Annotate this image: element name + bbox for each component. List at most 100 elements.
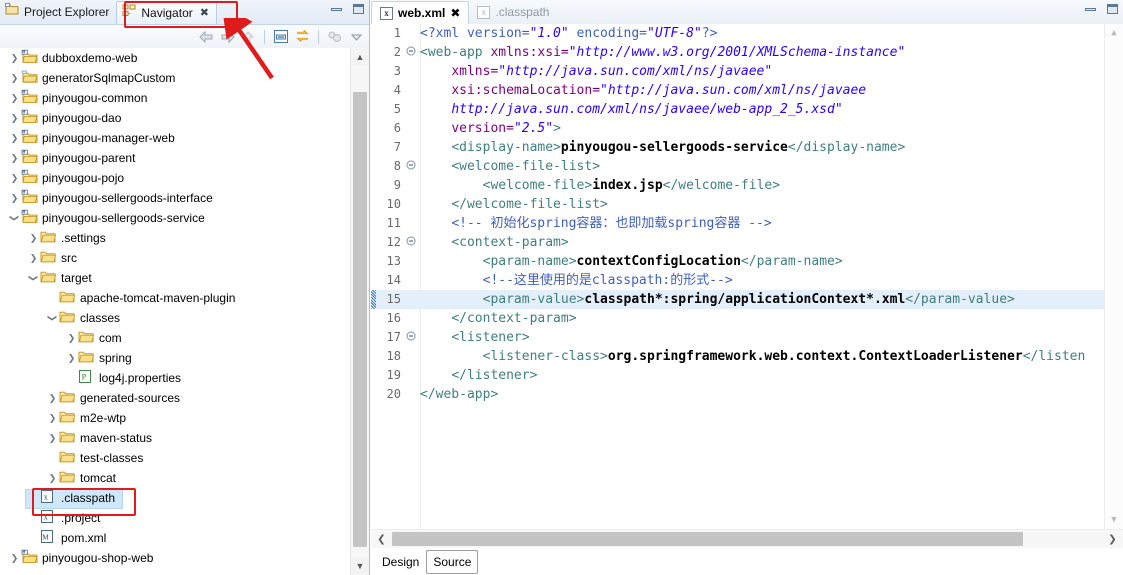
forward-arrow-icon[interactable]: [218, 28, 236, 46]
tree-vertical-scrollbar[interactable]: ▲ ▼: [350, 48, 369, 575]
code-lines-container[interactable]: 1 <?xml version="1.0" encoding="UTF-8"?> 2…: [371, 24, 1104, 529]
tree-item-src[interactable]: ❯ src: [0, 248, 349, 268]
tree-twisty-icon[interactable]: ❯: [65, 328, 78, 348]
fold-toggle-icon[interactable]: [405, 43, 417, 62]
tree-item-tomcat[interactable]: ❯ tomcat: [0, 468, 349, 488]
collapse-all-icon[interactable]: [272, 28, 290, 46]
tree-twisty-icon[interactable]: ❯: [46, 408, 59, 428]
tree-item-settings[interactable]: ❯ .settings: [0, 228, 349, 248]
code-line-14[interactable]: 14 <!--这里使用的是classpath:的形式-->: [371, 271, 1104, 290]
tree-twisty-icon[interactable]: ❯: [8, 88, 21, 108]
tree-twisty-icon[interactable]: ❯: [8, 108, 21, 128]
tree-item-pinyougou-parent[interactable]: ❯ Mpinyougou-parent: [0, 148, 349, 168]
maximize-editor-button[interactable]: [1106, 3, 1119, 15]
tree-twisty-icon[interactable]: ❯: [8, 48, 21, 68]
tree-item-pinyougou-pojo[interactable]: ❯ Mpinyougou-pojo: [0, 168, 349, 188]
tree-item-label: maven-status: [80, 431, 153, 445]
tree-item-project[interactable]: x .project: [0, 508, 349, 528]
editor-tab-classpath[interactable]: x .classpath: [469, 1, 557, 24]
editor-tab-web-xml[interactable]: x web.xml ✖: [371, 1, 470, 25]
tree-item-pinyougou-manager-web[interactable]: ❯ Mpinyougou-manager-web: [0, 128, 349, 148]
tree-item-spring[interactable]: ❯ spring: [0, 348, 349, 368]
tree-item-pinyougou-sellergoods-interface[interactable]: ❯ Mpinyougou-sellergoods-interface: [0, 188, 349, 208]
code-line-1[interactable]: 1 <?xml version="1.0" encoding="UTF-8"?>: [371, 24, 1104, 43]
tree-scrollbar-thumb[interactable]: [353, 92, 367, 547]
tree-twisty-icon[interactable]: ❯: [46, 428, 59, 448]
tab-navigator[interactable]: Navigator ✖: [116, 1, 217, 24]
tree-twisty-icon[interactable]: ❯: [46, 388, 59, 408]
code-line-9[interactable]: 9 <welcome-file>index.jsp</welcome-file>: [371, 176, 1104, 195]
code-line-6[interactable]: 6 version="2.5">: [371, 119, 1104, 138]
editor-horizontal-scrollbar[interactable]: ❮ ❯: [371, 529, 1123, 548]
tree-item-test-classes[interactable]: test-classes: [0, 448, 349, 468]
tree-twisty-icon[interactable]: ❯: [8, 548, 21, 568]
tree-item-dubboxdemo-web[interactable]: ❯ Mdubboxdemo-web: [0, 48, 349, 68]
tree-twisty-icon[interactable]: ❯: [65, 348, 78, 368]
tree-twisty-icon[interactable]: ❯: [46, 468, 59, 488]
tree-item-pinyougou-common[interactable]: ❯ Mpinyougou-common: [0, 88, 349, 108]
maximize-view-button[interactable]: [352, 3, 365, 15]
tree-twisty-icon[interactable]: ❯: [8, 168, 21, 188]
tree-item-maven-status[interactable]: ❯ maven-status: [0, 428, 349, 448]
code-line-2[interactable]: 2 <web-app xmlns:xsi="http://www.w3.org/2…: [371, 43, 1104, 62]
tree-item-target[interactable]: ❯ target: [0, 268, 349, 288]
link-with-editor-icon[interactable]: [293, 28, 311, 46]
code-line-19[interactable]: 19 </listener>: [371, 366, 1104, 385]
code-line-15[interactable]: 15 <param-value>classpath*:spring/applic…: [371, 290, 1104, 309]
tree-item-log4j-properties[interactable]: Plog4j.properties: [0, 368, 349, 388]
editor-scroll-up-button[interactable]: ▲: [1105, 24, 1123, 42]
navigator-tree[interactable]: ❯ Mdubboxdemo-web ❯ generatorSqlmapCustom ❯ M…: [0, 48, 369, 575]
back-arrow-icon[interactable]: [197, 28, 215, 46]
tree-item-m2e-wtp[interactable]: ❯ m2e-wtp: [0, 408, 349, 428]
code-line-16[interactable]: 16 </context-param>: [371, 309, 1104, 328]
code-line-10[interactable]: 10 </welcome-file-list>: [371, 195, 1104, 214]
editor-scroll-left-button[interactable]: ❮: [373, 530, 390, 548]
tree-item-pom-xml[interactable]: Mpom.xml: [0, 528, 349, 548]
tree-twisty-icon[interactable]: ❯: [8, 188, 21, 208]
tree-item-pinyougou-dao[interactable]: ❯ Mpinyougou-dao: [0, 108, 349, 128]
line-number: 6: [393, 121, 401, 135]
tree-item-classes[interactable]: ❯ classes: [0, 308, 349, 328]
tab-project-explorer[interactable]: Project Explorer: [0, 1, 116, 24]
tree-item-classpath[interactable]: x .classpath: [0, 488, 349, 509]
code-line-3[interactable]: 3 xmlns="http://java.sun.com/xml/ns/java…: [371, 62, 1104, 81]
source-code-view[interactable]: 1 <?xml version="1.0" encoding="UTF-8"?> 2…: [371, 24, 1123, 529]
view-menu-icon[interactable]: [347, 28, 365, 46]
tree-twisty-icon[interactable]: ❯: [8, 68, 21, 88]
tree-item-apache-tomcat-maven-plugin[interactable]: apache-tomcat-maven-plugin: [0, 288, 349, 308]
code-line-4[interactable]: 4 xsi:schemaLocation="http://java.sun.co…: [371, 81, 1104, 100]
tree-item-pinyougou-sellergoods-service[interactable]: ❯ Mpinyougou-sellergoods-service: [0, 208, 349, 228]
tree-twisty-icon[interactable]: ❯: [8, 128, 21, 148]
tree-item-pinyougou-shop-web[interactable]: ❯ Mpinyougou-shop-web: [0, 548, 349, 568]
fold-toggle-icon[interactable]: [405, 233, 417, 252]
code-line-11[interactable]: 11 <!-- 初始化spring容器：也即加载spring容器 -->: [371, 214, 1104, 233]
editor-vertical-scrollbar[interactable]: ▲ ▼: [1104, 24, 1123, 529]
code-line-18[interactable]: 18 <listener-class>org.springframework.w…: [371, 347, 1104, 366]
tree-twisty-icon[interactable]: ❯: [27, 228, 40, 248]
code-line-20[interactable]: 20 </web-app>: [371, 385, 1104, 404]
code-line-13[interactable]: 13 <param-name>contextConfigLocation</pa…: [371, 252, 1104, 271]
tree-scroll-down-button[interactable]: ▼: [351, 557, 369, 575]
tree-twisty-icon[interactable]: ❯: [8, 148, 21, 168]
tree-scroll-up-button[interactable]: ▲: [351, 48, 369, 66]
tree-item-com[interactable]: ❯ com: [0, 328, 349, 348]
code-line-7[interactable]: 7 <display-name>pinyougou-sellergoods-se…: [371, 138, 1104, 157]
code-line-5[interactable]: 5 http://java.sun.com/xml/ns/javaee/web-…: [371, 100, 1104, 119]
code-line-12[interactable]: 12 <context-param>: [371, 233, 1104, 252]
fold-toggle-icon[interactable]: [405, 157, 417, 176]
editor-hscrollbar-thumb[interactable]: [392, 532, 1023, 546]
editor-scroll-down-button[interactable]: ▼: [1105, 511, 1123, 529]
editor-scroll-right-button[interactable]: ❯: [1104, 530, 1121, 548]
editor-tab-web-xml-close-icon[interactable]: ✖: [450, 2, 460, 25]
tab-design[interactable]: Design: [375, 550, 426, 574]
tree-item-generatorsqlmapcustom[interactable]: ❯ generatorSqlmapCustom: [0, 68, 349, 88]
code-line-17[interactable]: 17 <listener>: [371, 328, 1104, 347]
tree-twisty-icon[interactable]: ❯: [27, 248, 40, 268]
minimize-editor-button[interactable]: [1084, 3, 1097, 15]
code-line-8[interactable]: 8 <welcome-file-list>: [371, 157, 1104, 176]
minimize-view-button[interactable]: [330, 3, 343, 15]
tab-navigator-close-icon[interactable]: ✖: [200, 2, 209, 25]
tab-source[interactable]: Source: [426, 549, 479, 574]
fold-toggle-icon[interactable]: [405, 328, 417, 347]
tree-item-generated-sources[interactable]: ❯ generated-sources: [0, 388, 349, 408]
